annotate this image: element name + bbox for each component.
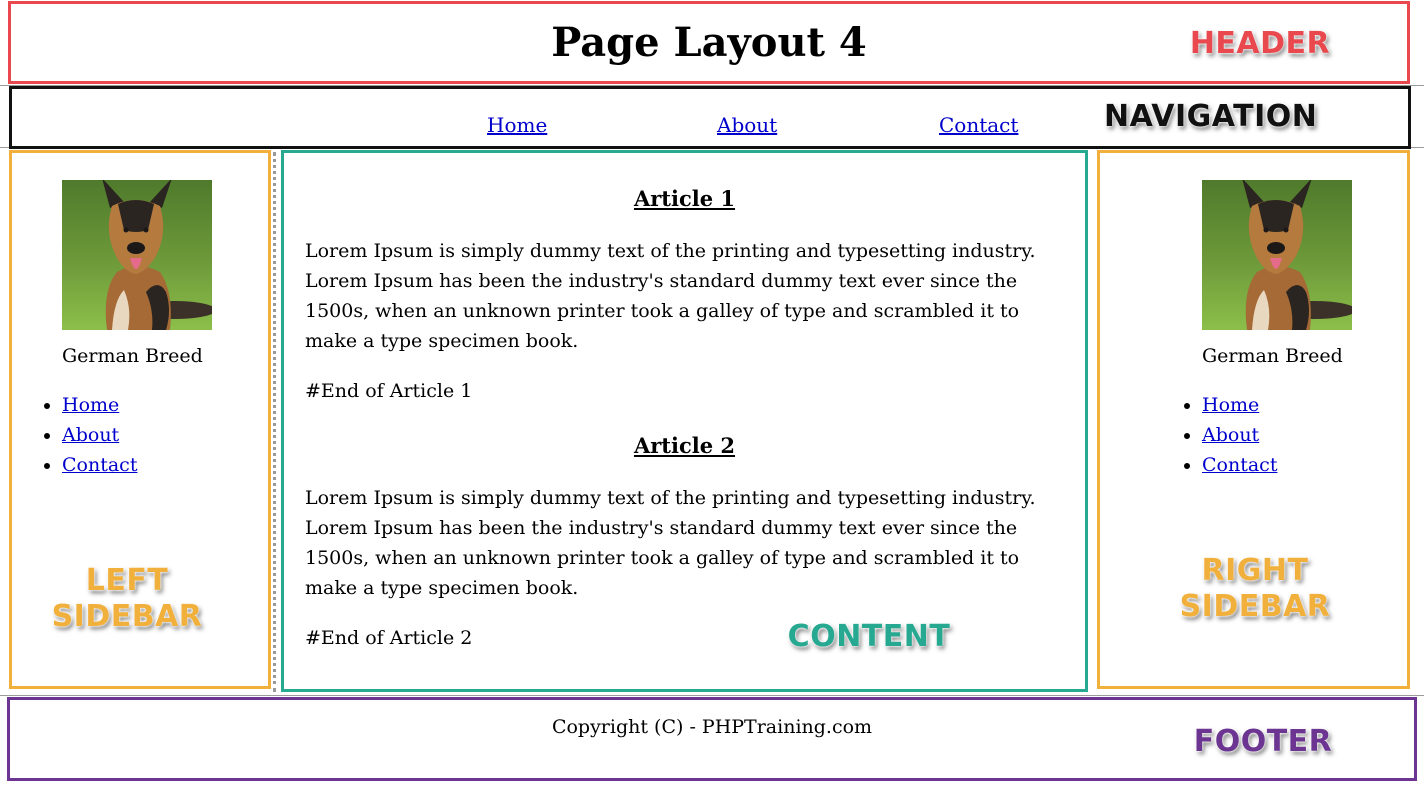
- callout-line: SIDEBAR: [51, 598, 203, 635]
- sidebar-link-home[interactable]: Home: [1202, 394, 1259, 416]
- list-item: Contact: [62, 450, 137, 480]
- article-end-note: #End of Article 1: [305, 380, 473, 402]
- list-item: Home: [62, 390, 137, 420]
- footer-section: Copyright (C) - PHPTraining.com FOOTER: [7, 697, 1417, 781]
- navigation-bar: Home About Contact NAVIGATION: [9, 86, 1411, 149]
- article-title: Article 1: [633, 186, 736, 211]
- left-sidebar-callout-label: LEFT SIDEBAR: [37, 562, 217, 635]
- right-sidebar-callout-label: RIGHT SIDEBAR: [1165, 552, 1345, 625]
- nav-link-about[interactable]: About: [717, 113, 777, 137]
- content-section: Article 1 Lorem Ipsum is simply dummy te…: [281, 150, 1088, 692]
- dotted-divider: [273, 152, 276, 692]
- header-section: Page Layout 4 HEADER: [8, 1, 1410, 84]
- sidebar-link-list: Home About Contact: [37, 390, 137, 480]
- article-body: Lorem Ipsum is simply dummy text of the …: [305, 240, 1036, 352]
- sidebar-link-contact[interactable]: Contact: [1202, 454, 1277, 476]
- navigation-callout-label: NAVIGATION: [1104, 99, 1318, 135]
- nav-link-home[interactable]: Home: [487, 113, 547, 137]
- header-callout-label: HEADER: [1189, 25, 1331, 62]
- callout-line: LEFT: [85, 562, 169, 599]
- content-callout-label: CONTENT: [787, 618, 951, 655]
- list-item: Home: [1202, 390, 1277, 420]
- image-caption: German Breed: [1202, 345, 1343, 367]
- list-item: Contact: [1202, 450, 1277, 480]
- separator-line: [0, 695, 1424, 696]
- image-caption: German Breed: [62, 345, 203, 367]
- callout-line: SIDEBAR: [1179, 588, 1331, 625]
- article-body: Lorem Ipsum is simply dummy text of the …: [305, 487, 1036, 599]
- left-sidebar: German Breed Home About Contact LEFT SID…: [9, 150, 271, 689]
- sidebar-link-contact[interactable]: Contact: [62, 454, 137, 476]
- list-item: About: [62, 420, 137, 450]
- sidebar-link-list: Home About Contact: [1177, 390, 1277, 480]
- sidebar-link-home[interactable]: Home: [62, 394, 119, 416]
- sidebar-link-about[interactable]: About: [1202, 424, 1259, 446]
- dog-photo: [62, 180, 212, 330]
- nav-link-contact[interactable]: Contact: [939, 113, 1018, 137]
- sidebar-link-about[interactable]: About: [62, 424, 119, 446]
- list-item: About: [1202, 420, 1277, 450]
- article-title: Article 2: [633, 433, 736, 458]
- right-sidebar: German Breed Home About Contact RIGHT SI…: [1097, 150, 1410, 689]
- dog-photo: [1202, 180, 1352, 330]
- footer-callout-label: FOOTER: [1193, 723, 1333, 760]
- callout-line: RIGHT: [1201, 552, 1309, 589]
- article-end-note: #End of Article 2: [305, 627, 473, 649]
